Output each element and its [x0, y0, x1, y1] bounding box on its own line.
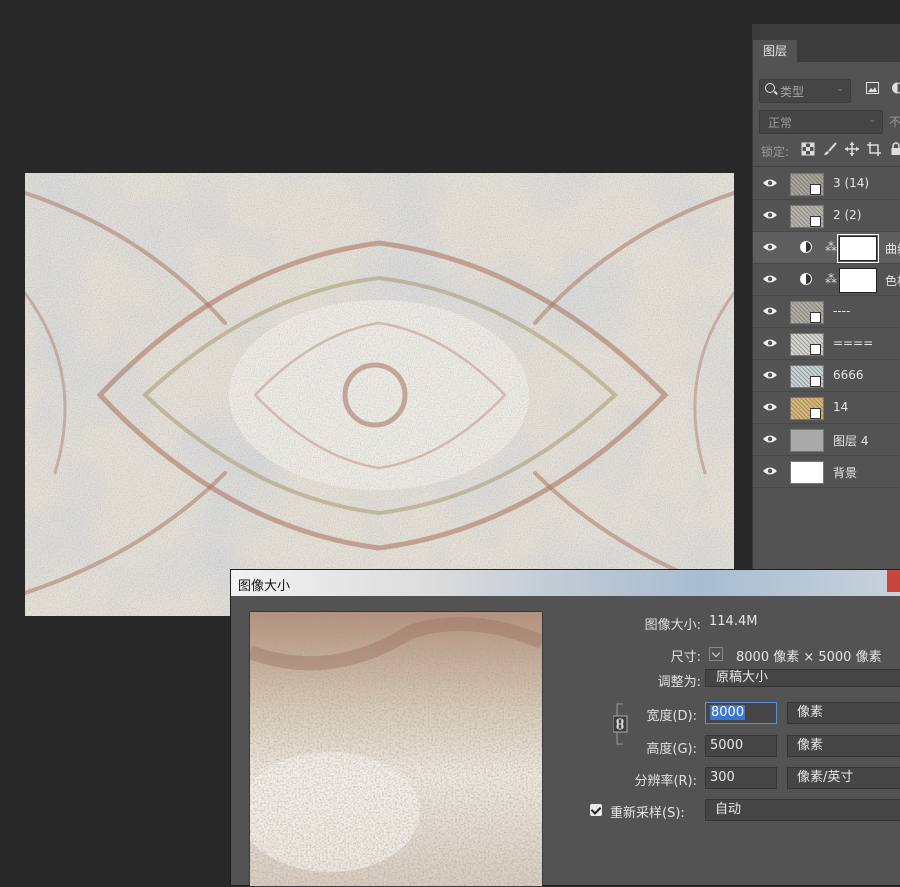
image-preview[interactable] — [249, 611, 543, 887]
layer-thumbnail — [790, 461, 824, 484]
dimensions-dropdown[interactable] — [709, 647, 723, 661]
link-icon: ⁂ — [825, 240, 837, 254]
eye-icon[interactable] — [762, 274, 778, 284]
fit-to-select[interactable]: 原稿大小 — [705, 669, 900, 687]
layer-row[interactable]: 图层 4 — [753, 424, 900, 456]
tab-layers[interactable]: 图层 — [753, 40, 797, 62]
layer-name: 曲线 — [885, 240, 900, 257]
chevron-down-icon: ⌄ — [868, 115, 876, 125]
layer-name: 3 (14) — [833, 176, 869, 190]
width-input[interactable]: 8000 — [705, 702, 777, 724]
eye-icon[interactable] — [762, 178, 778, 188]
layer-row[interactable]: 3 (14) — [753, 168, 900, 200]
lock-transparent-pixels-icon[interactable] — [801, 142, 815, 156]
smart-object-icon — [810, 312, 821, 323]
eye-icon[interactable] — [762, 338, 778, 348]
marble-texture-image — [25, 173, 734, 616]
layer-list: 3 (14) 2 (2) ⁂ 曲线 ⁂ 色相 ---- ==== 6666 14 图层 4 背景 — [753, 168, 900, 488]
dimensions-value: 8000 像素 × 5000 像素 — [736, 646, 882, 665]
layer-filter-label: 类型 — [780, 83, 804, 100]
layer-name: 图层 4 — [833, 432, 868, 449]
dialog-titlebar[interactable]: 图像大小 — [231, 570, 900, 596]
eye-icon[interactable] — [762, 242, 778, 252]
layer-name: ==== — [833, 336, 873, 350]
adjustment-layer-icon — [800, 273, 812, 285]
lock-icon[interactable] — [889, 142, 900, 156]
panel-divider — [753, 166, 900, 167]
smart-object-icon — [810, 376, 821, 387]
layer-mask-thumbnail[interactable] — [839, 236, 877, 261]
document-canvas[interactable] — [25, 173, 734, 616]
smart-object-icon — [810, 184, 821, 195]
fit-to-label: 调整为: — [591, 671, 701, 690]
layer-name: 色相 — [885, 272, 900, 289]
eye-icon[interactable] — [762, 466, 778, 476]
resolution-label: 分辨率(R): — [591, 770, 697, 789]
layer-row[interactable]: 6666 — [753, 360, 900, 392]
link-icon: ⁂ — [825, 272, 837, 286]
resolution-input[interactable]: 300 — [705, 767, 777, 789]
move-icon[interactable] — [845, 142, 859, 156]
layer-name: 6666 — [833, 368, 864, 382]
layer-name: 14 — [833, 400, 848, 414]
layer-mask-thumbnail[interactable] — [839, 268, 877, 293]
search-icon — [765, 83, 775, 93]
blend-mode-select[interactable]: 正常 ⌄ — [759, 110, 883, 134]
smart-object-icon — [810, 344, 821, 355]
layer-row[interactable]: ⁂ 色相 — [753, 264, 900, 296]
width-label: 宽度(D): — [591, 705, 697, 724]
brush-icon[interactable] — [823, 142, 837, 156]
eye-icon[interactable] — [762, 210, 778, 220]
resample-label: 重新采样(S): — [610, 802, 685, 821]
smart-object-icon — [810, 216, 821, 227]
layer-row[interactable]: 2 (2) — [753, 200, 900, 232]
adjustment-layer-icon — [800, 241, 812, 253]
resolution-unit-select[interactable]: 像素/英寸 — [787, 767, 900, 789]
layer-row[interactable]: ⁂ 曲线 — [753, 232, 900, 264]
layer-name: 背景 — [833, 464, 857, 481]
adjustment-filter-icon[interactable] — [891, 82, 900, 94]
layer-name: 2 (2) — [833, 208, 861, 222]
layers-tabbar: 图层 — [753, 24, 900, 62]
eye-icon[interactable] — [762, 434, 778, 444]
artboard-icon[interactable] — [867, 142, 881, 156]
eye-icon[interactable] — [762, 402, 778, 412]
width-unit-select[interactable]: 像素 — [787, 702, 900, 724]
layer-row[interactable]: 背景 — [753, 456, 900, 488]
dimensions-label: 尺寸: — [591, 646, 701, 665]
image-size-value: 114.4M — [709, 614, 757, 629]
eye-icon[interactable] — [762, 370, 778, 380]
preview-texture — [250, 612, 542, 886]
layer-row[interactable]: ---- — [753, 296, 900, 328]
resample-checkbox[interactable] — [590, 804, 602, 816]
lock-label: 锁定: — [761, 143, 789, 160]
height-unit-select[interactable]: 像素 — [787, 735, 900, 757]
chevron-down-icon: ⌄ — [836, 84, 844, 94]
lock-row: 锁定: — [761, 142, 900, 158]
dialog-title: 图像大小 — [238, 575, 290, 594]
layer-row[interactable]: 14 — [753, 392, 900, 424]
layer-row[interactable]: ==== — [753, 328, 900, 360]
blend-mode-value: 正常 — [768, 114, 792, 131]
width-value: 8000 — [710, 705, 745, 720]
image-size-dialog: 图像大小 图像大小: 114.4M 尺寸: — [230, 569, 900, 886]
image-filter-icon[interactable] — [866, 82, 879, 94]
layer-thumbnail — [790, 429, 824, 452]
eye-icon[interactable] — [762, 306, 778, 316]
resample-select[interactable]: 自动 — [705, 799, 900, 821]
height-label: 高度(G): — [591, 738, 697, 757]
close-button[interactable] — [887, 570, 900, 592]
smart-object-icon — [810, 408, 821, 419]
layer-name: ---- — [833, 304, 850, 318]
height-input[interactable]: 5000 — [705, 735, 777, 757]
opacity-label: 不 — [889, 113, 900, 130]
image-size-label: 图像大小: — [591, 614, 701, 633]
layer-filter-select[interactable]: 类型 ⌄ — [759, 79, 851, 103]
